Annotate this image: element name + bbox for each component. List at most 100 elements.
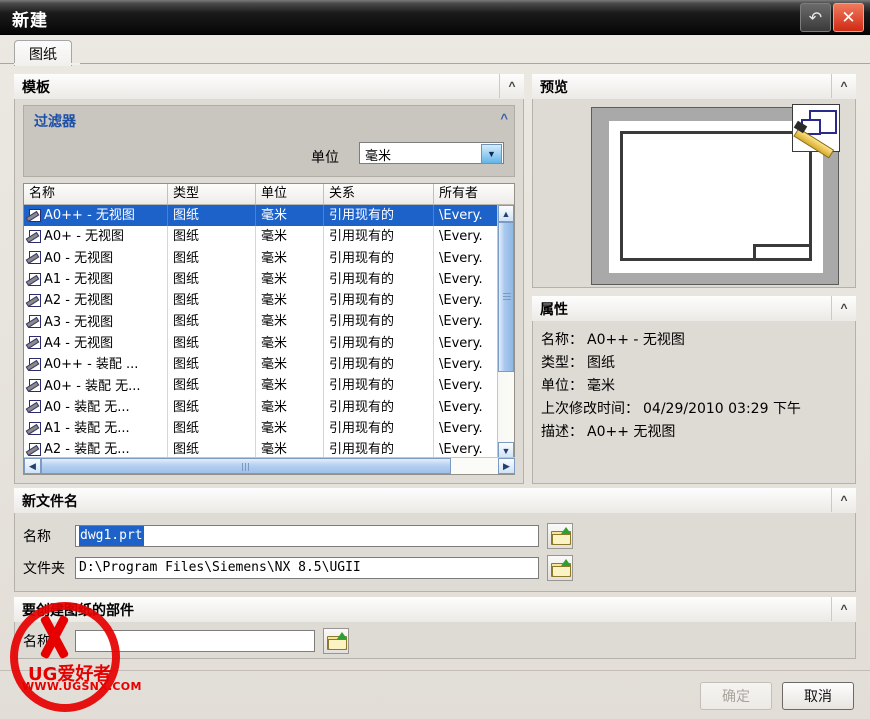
drawing-template-icon xyxy=(25,421,41,436)
hscroll-track[interactable] xyxy=(41,458,498,474)
table-cell-owner: \Every. xyxy=(439,378,483,394)
chevron-up-icon[interactable]: ^ xyxy=(831,74,856,98)
title-bar: 新建 ↶ ✕ xyxy=(0,0,870,35)
drawing-template-icon xyxy=(25,336,41,350)
ok-button[interactable]: 确定 xyxy=(700,682,772,710)
chevron-up-icon[interactable]: ^ xyxy=(831,597,856,621)
table-cell-owner: \Every. xyxy=(439,314,483,330)
preview-panel: 预览 ^ xyxy=(532,74,856,288)
table-row[interactable]: A4 - 无视图 图纸 毫米 引用现有的 \Every. xyxy=(24,332,498,355)
table-cell-name-text: A0++ - 装配 ... xyxy=(44,357,139,373)
table-cell-name-text: A2 - 无视图 xyxy=(44,293,114,309)
table-row[interactable]: A0++ - 无视图 图纸 毫米 引用现有的 \Every. xyxy=(24,205,498,227)
chevron-up-icon[interactable]: ^ xyxy=(831,488,856,512)
table-cell-type: 图纸 xyxy=(168,417,256,440)
table-cell-type: 图纸 xyxy=(168,332,256,355)
chevron-up-icon[interactable]: ^ xyxy=(500,111,508,126)
table-cell-name-text: A0++ - 无视图 xyxy=(44,208,135,224)
property-value: 04/29/2010 03:29 下午 xyxy=(643,401,801,417)
part-name-input[interactable] xyxy=(75,630,315,652)
part-name-browse-button[interactable] xyxy=(323,628,349,654)
scroll-right-icon[interactable]: ▶ xyxy=(498,458,515,474)
table-cell-owner: \Every. xyxy=(439,357,483,373)
property-row: 单位： 毫米 xyxy=(541,375,855,398)
table-cell-unit: 毫米 xyxy=(256,417,324,440)
unit-label: 单位 xyxy=(311,150,339,166)
table-cell-name-text: A3 - 无视图 xyxy=(44,314,114,330)
table-cell-name: A2 - 无视图 xyxy=(24,290,168,312)
table-cell-name-text: A0+ - 装配 无... xyxy=(44,378,141,394)
vscroll-thumb[interactable] xyxy=(498,222,514,372)
properties-header-label: 属性 xyxy=(540,301,568,318)
table-row[interactable]: A1 - 无视图 图纸 毫米 引用现有的 \Every. xyxy=(24,268,498,291)
table-cell-relation: 引用现有的 xyxy=(324,247,434,269)
new-file-name-body: 名称 dwg1.prt 文件夹 D:\Program Files\Siemens… xyxy=(14,513,856,592)
column-header-owner[interactable]: 所有者 xyxy=(434,184,498,204)
table-row[interactable]: A3 - 无视图 图纸 毫米 引用现有的 \Every. xyxy=(24,311,498,333)
column-header-name[interactable]: 名称 xyxy=(24,184,168,204)
property-row: 名称： A0++ - 无视图 xyxy=(541,329,855,352)
drawing-template-icon xyxy=(25,251,41,265)
table-cell-unit: 毫米 xyxy=(256,247,324,269)
file-name-input[interactable]: dwg1.prt xyxy=(75,525,539,547)
chevron-up-icon[interactable]: ^ xyxy=(831,296,856,320)
table-row[interactable]: A1 - 装配 无... 图纸 毫米 引用现有的 \Every. xyxy=(24,417,498,440)
table-row[interactable]: A2 - 无视图 图纸 毫米 引用现有的 \Every. xyxy=(24,290,498,312)
table-row[interactable]: A0++ - 装配 ... 图纸 毫米 引用现有的 \Every. xyxy=(24,354,498,376)
table-cell-relation: 引用现有的 xyxy=(324,354,434,376)
table-cell-owner: \Every. xyxy=(439,399,483,415)
folder-row: 文件夹 D:\Program Files\Siemens\NX 8.5\UGII xyxy=(23,555,573,581)
vscroll-track[interactable] xyxy=(498,222,514,442)
cancel-button[interactable]: 取消 xyxy=(782,682,854,710)
table-cell-type: 图纸 xyxy=(168,375,256,397)
table-cell-relation: 引用现有的 xyxy=(324,268,434,291)
part-to-create-panel: 要创建图纸的部件 ^ 名称 xyxy=(14,597,856,659)
preview-header-label: 预览 xyxy=(540,79,568,96)
file-name-label: 名称 xyxy=(23,529,51,545)
file-name-row: 名称 dwg1.prt xyxy=(23,523,573,549)
table-cell-owner: \Every. xyxy=(439,420,483,436)
property-value: A0++ 无视图 xyxy=(587,424,676,440)
property-key: 单位： xyxy=(541,378,583,394)
property-key: 类型： xyxy=(541,355,583,371)
template-header: 模板 ^ xyxy=(14,74,524,100)
table-cell-relation: 引用现有的 xyxy=(324,396,434,418)
list-rows: A0++ - 无视图 图纸 毫米 引用现有的 \Every. A0+ - 无视图 图纸 毫米引… xyxy=(24,205,498,459)
template-list[interactable]: 名称 类型 单位 关系 所有者 A0++ - 无视图 图纸 毫米 引用现有的 \Ever… xyxy=(23,183,515,475)
list-vertical-scrollbar[interactable]: ▲ ▼ xyxy=(497,205,514,459)
table-row[interactable]: A0+ - 装配 无... 图纸 毫米 引用现有的 \Every. xyxy=(24,375,498,397)
drawing-template-icon xyxy=(25,208,41,223)
table-row[interactable]: A0 - 无视图 图纸 毫米 引用现有的 \Every. xyxy=(24,247,498,269)
folder-browse-button[interactable] xyxy=(547,555,573,581)
column-header-relation[interactable]: 关系 xyxy=(324,184,434,204)
property-value: A0++ - 无视图 xyxy=(587,332,685,348)
new-file-name-header-label: 新文件名 xyxy=(22,493,78,510)
column-header-type[interactable]: 类型 xyxy=(168,184,256,204)
restore-icon[interactable]: ↶ xyxy=(800,3,831,32)
drawing-sheet-thumbnail xyxy=(591,104,840,285)
file-name-value: dwg1.prt xyxy=(79,526,144,546)
table-cell-unit: 毫米 xyxy=(256,226,324,248)
template-panel: 模板 ^ 过滤器 ^ 单位 毫米 ▼ 名称 类型 单位 关系 所有者 A0++ … xyxy=(14,74,524,484)
table-cell-name: A0++ - 装配 ... xyxy=(24,354,168,376)
folder-input[interactable]: D:\Program Files\Siemens\NX 8.5\UGII xyxy=(75,557,539,579)
close-icon[interactable]: ✕ xyxy=(833,3,864,32)
file-name-browse-button[interactable] xyxy=(547,523,573,549)
drawing-template-icon xyxy=(25,293,41,308)
chevron-down-icon[interactable]: ▼ xyxy=(481,144,502,164)
list-horizontal-scrollbar[interactable]: ◀ ▶ xyxy=(24,457,515,474)
table-row[interactable]: A0+ - 无视图 图纸 毫米 引用现有的 \Every. xyxy=(24,226,498,248)
column-header-unit[interactable]: 单位 xyxy=(256,184,324,204)
filter-title: 过滤器 xyxy=(34,114,76,130)
tab-label: 图纸 xyxy=(29,45,57,62)
tab-strip: 图纸 xyxy=(0,34,870,66)
table-cell-relation: 引用现有的 xyxy=(324,417,434,440)
unit-dropdown[interactable]: 毫米 ▼ xyxy=(359,142,504,164)
table-row[interactable]: A0 - 装配 无... 图纸 毫米 引用现有的 \Every. xyxy=(24,396,498,418)
hscroll-thumb[interactable] xyxy=(41,458,451,474)
properties-panel: 属性 ^ 名称： A0++ - 无视图 类型： 图纸 单位： 毫米 上次修改时间： 04/29… xyxy=(532,296,856,484)
scroll-up-icon[interactable]: ▲ xyxy=(498,205,514,222)
scroll-left-icon[interactable]: ◀ xyxy=(24,458,41,474)
table-cell-relation: 引用现有的 xyxy=(324,226,434,248)
chevron-up-icon[interactable]: ^ xyxy=(499,74,524,98)
